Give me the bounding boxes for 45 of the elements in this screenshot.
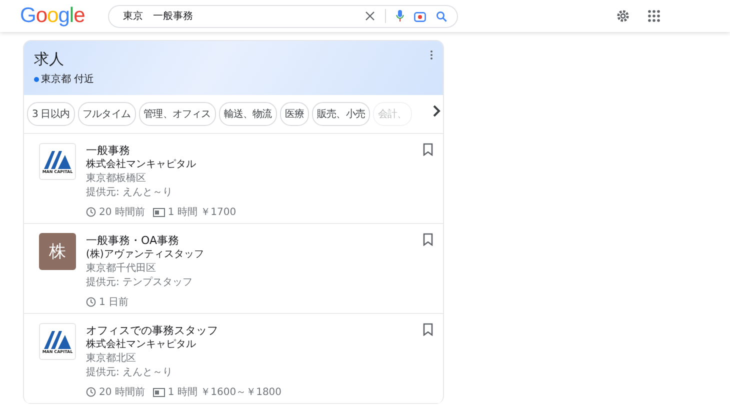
job-provider: 提供元: えんと～り (86, 186, 174, 200)
search-field[interactable]: 東京 一般事務 (108, 4, 458, 28)
job-listing[interactable]: 株 一般事務・OA事務 (株)アヴァンティスタッフ 東京都千代田区 提供元: テンプスタッフ 1 日前 (24, 224, 443, 314)
job-provider: 提供元: えんと～り (86, 366, 174, 380)
filter-chip[interactable]: 販売、小売 (312, 102, 370, 126)
posted-time: 1 日前 (99, 296, 129, 309)
posted-time: 20 時間前 (99, 386, 145, 399)
job-provider: 提供元: テンプスタッフ (86, 276, 194, 290)
job-location: 東京都板橋区 (86, 172, 147, 186)
microphone-icon[interactable] (396, 10, 404, 22)
search-icon[interactable] (436, 10, 447, 22)
filter-chip[interactable]: 管理、オフィス (138, 102, 216, 126)
bookmark-icon[interactable] (423, 323, 433, 336)
filter-chip[interactable]: 輸送、物流 (218, 102, 277, 126)
company-name: (株)アヴァンティスタッフ (86, 248, 205, 262)
company-name: 株式会社マンキャピタル (86, 158, 197, 172)
close-icon[interactable] (365, 11, 375, 21)
google-logo: Google (20, 4, 86, 28)
bookmark-icon[interactable] (423, 143, 433, 156)
job-location: 東京都北区 (86, 352, 137, 366)
banknote-icon (152, 208, 165, 216)
apps-grid-icon[interactable] (648, 10, 660, 22)
company-name: 株式会社マンキャピタル (86, 338, 197, 352)
location-dot-icon (34, 76, 39, 82)
location-label: 東京都 付近 (41, 72, 94, 86)
filter-chip[interactable]: 3 日以内 (27, 102, 75, 126)
settings-icon[interactable] (616, 9, 630, 23)
pay-rate: 1 時間 ￥1600～￥1800 (168, 386, 282, 399)
pay-rate: 1 時間 ￥1700 (168, 206, 236, 219)
more-options-icon[interactable] (430, 50, 433, 60)
job-title: 一般事務 (86, 143, 131, 158)
banknote-icon (152, 388, 165, 396)
company-logo: 株 (39, 233, 76, 270)
filter-chip[interactable]: 医療 (280, 102, 309, 126)
clock-icon (86, 387, 96, 397)
clock-icon (86, 207, 96, 217)
section-title: 求人 (34, 50, 65, 69)
posted-time: 20 時間前 (99, 206, 145, 219)
camera-icon[interactable] (414, 10, 426, 22)
bookmark-icon[interactable] (423, 233, 433, 246)
job-title: 一般事務・OA事務 (86, 233, 180, 248)
filter-chip[interactable]: フルタイム (78, 102, 136, 126)
job-location: 東京都千代田区 (86, 262, 157, 276)
job-title: オフィスでの事務スタッフ (86, 323, 219, 338)
clock-icon (86, 297, 96, 307)
